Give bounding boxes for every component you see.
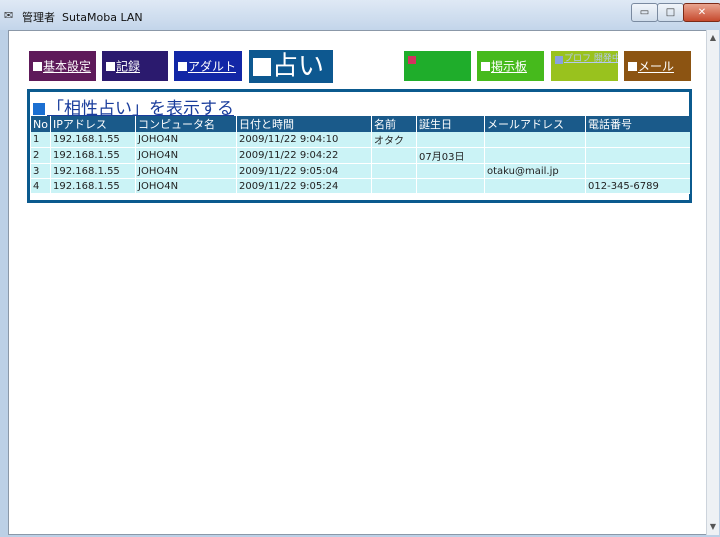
nav-adult[interactable]: アダルト [174, 51, 242, 81]
column-header: No [30, 116, 51, 132]
square-icon [33, 62, 42, 71]
cell-name [371, 163, 417, 179]
cell-computer: JOHO4N [135, 163, 237, 179]
cell-no: 3 [30, 163, 51, 179]
scroll-up-icon[interactable]: ▲ [707, 32, 719, 44]
table-row: 1 192.168.1.55 JOHO4N 2009/11/22 9:04:10… [30, 132, 690, 148]
vertical-scrollbar[interactable]: ▲ ▼ [706, 30, 719, 535]
cell-phone [585, 132, 690, 148]
table-row: 4 192.168.1.55 JOHO4N 2009/11/22 9:05:24… [30, 178, 690, 194]
cell-name [371, 178, 417, 194]
access-log-table: No IPアドレス コンピュータ名 日付と時間 名前 誕生日 メールアドレス 電… [30, 116, 690, 194]
cell-ip: 192.168.1.55 [50, 132, 136, 148]
window-title: 管理者 SutaMoba LAN [22, 11, 143, 24]
cell-ip: 192.168.1.55 [50, 147, 136, 164]
cell-datetime: 2009/11/22 9:05:24 [236, 178, 372, 194]
cell-name [371, 147, 417, 164]
cell-email [484, 147, 586, 164]
column-header: 名前 [371, 116, 417, 132]
column-header: IPアドレス [50, 116, 136, 132]
cell-email: otaku@mail.jp [484, 163, 586, 179]
cell-phone [585, 163, 690, 179]
cell-email [484, 178, 586, 194]
square-icon [253, 57, 271, 76]
cell-computer: JOHO4N [135, 178, 237, 194]
cell-no: 2 [30, 147, 51, 164]
cell-no: 4 [30, 178, 51, 194]
table-row: 3 192.168.1.55 JOHO4N 2009/11/22 9:05:04… [30, 163, 690, 179]
square-icon [408, 55, 416, 64]
nav-mail[interactable]: メール [624, 51, 691, 81]
nav-label: 掲示板 [491, 59, 528, 74]
square-icon [628, 62, 637, 71]
square-icon [178, 62, 187, 71]
column-header: 電話番号 [585, 116, 690, 132]
nav-profile-in-development: プロフ 開発中 [551, 51, 618, 81]
nav-disabled-item [404, 51, 471, 81]
column-header: 誕生日 [416, 116, 485, 132]
app-window: ✉ 管理者 SutaMoba LAN ▭ □ ✕ ▲ ▼ 基本設定 記録 アダル… [0, 0, 720, 537]
table-header-row: No IPアドレス コンピュータ名 日付と時間 名前 誕生日 メールアドレス 電… [30, 116, 690, 132]
nav-label: メール [638, 59, 675, 74]
nav-bulletin-board[interactable]: 掲示板 [477, 51, 544, 81]
minimize-button[interactable]: ▭ [631, 3, 658, 22]
square-icon [481, 62, 490, 71]
maximize-button[interactable]: □ [657, 3, 684, 22]
cell-datetime: 2009/11/22 9:04:22 [236, 147, 372, 164]
cell-phone [585, 147, 690, 164]
cell-name: オタク [371, 132, 417, 148]
cell-birthday [416, 132, 485, 148]
square-icon [555, 55, 563, 64]
cell-no: 1 [30, 132, 51, 148]
nav-basic-settings[interactable]: 基本設定 [29, 51, 96, 81]
cell-birthday: 07月03日 [416, 147, 485, 164]
column-header: コンピュータ名 [135, 116, 237, 132]
cell-computer: JOHO4N [135, 132, 237, 148]
square-icon [33, 103, 45, 115]
cell-email [484, 132, 586, 148]
table-row: 2 192.168.1.55 JOHO4N 2009/11/22 9:04:22… [30, 147, 690, 164]
cell-ip: 192.168.1.55 [50, 178, 136, 194]
cell-ip: 192.168.1.55 [50, 163, 136, 179]
nav-label: 記録 [116, 59, 141, 74]
column-header: 日付と時間 [236, 116, 372, 132]
app-icon: ✉ [4, 9, 14, 22]
title-bar[interactable]: ✉ 管理者 SutaMoba LAN ▭ □ ✕ [0, 0, 720, 30]
cell-computer: JOHO4N [135, 147, 237, 164]
nav-label: アダルト [188, 59, 237, 74]
square-icon [106, 62, 115, 71]
cell-phone: 012-345-6789 [585, 178, 690, 194]
cell-birthday [416, 178, 485, 194]
cell-birthday [416, 163, 485, 179]
nav-fortune-active[interactable]: 占い [249, 50, 333, 83]
compatibility-fortune-panel: 「相性占い」を表示する No IPアドレス コンピュータ名 日付と時間 名前 誕… [27, 89, 692, 203]
nav-records[interactable]: 記録 [102, 51, 168, 81]
nav-label: 基本設定 [43, 59, 92, 74]
nav-label: 占い [272, 51, 325, 82]
close-button[interactable]: ✕ [683, 3, 720, 22]
cell-datetime: 2009/11/22 9:05:04 [236, 163, 372, 179]
nav-label: プロフ 開発中 [564, 54, 618, 64]
column-header: メールアドレス [484, 116, 586, 132]
cell-datetime: 2009/11/22 9:04:10 [236, 132, 372, 148]
scroll-down-icon[interactable]: ▼ [707, 521, 719, 533]
